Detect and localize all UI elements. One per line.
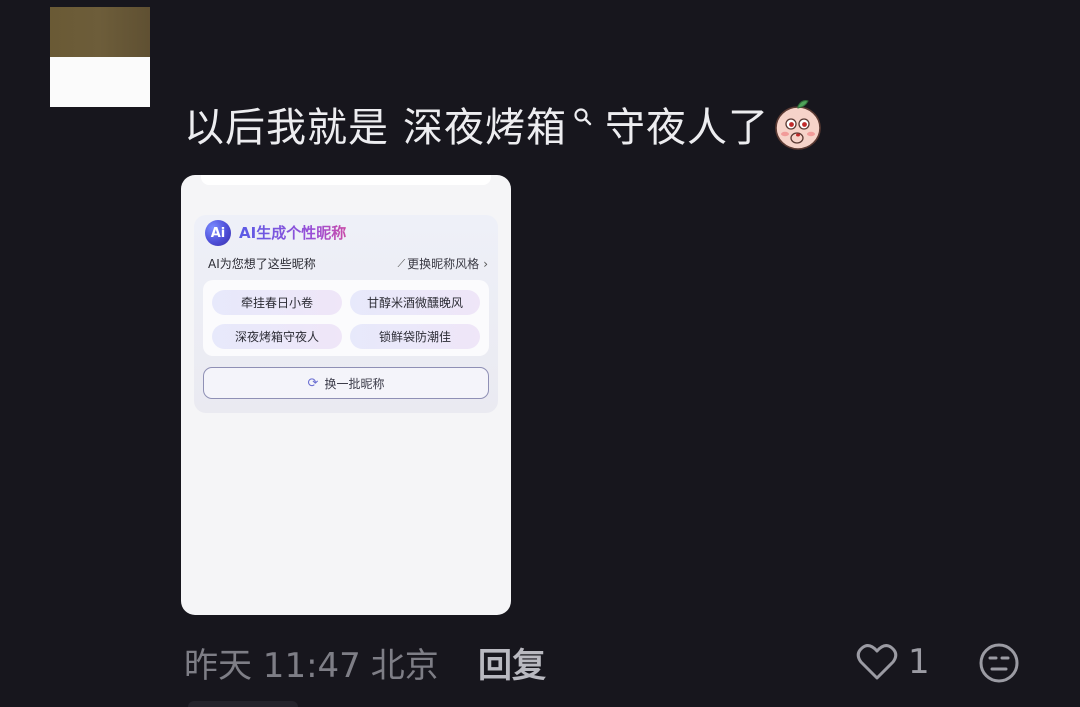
comment-time: 昨天 11:47 (184, 645, 361, 686)
comment-body: 以后我就是 深夜烤箱 守夜人了 (184, 96, 823, 152)
avatar-top (50, 7, 150, 57)
blushing-peach-emoji (773, 96, 823, 152)
heart-icon (856, 644, 898, 680)
change-style-label: 更换昵称风格 (407, 257, 480, 271)
nickname-chip[interactable]: 甘醇米酒微醺晚风 (350, 290, 480, 315)
comment-text-before: 以后我就是 (184, 105, 389, 151)
comment-text-after: 守夜人了 (605, 105, 769, 151)
next-item-peek (188, 701, 298, 707)
change-style-link[interactable]: ⟋ 更换昵称风格 › (397, 255, 488, 272)
ai-nickname-panel: Ai AI生成个性昵称 AI为您想了这些昵称 ⟋ 更换昵称风格 › 牵挂春日小卷… (194, 215, 498, 413)
refresh-nicknames-button[interactable]: ⟳ 换一批昵称 (203, 367, 489, 399)
nickname-chip[interactable]: 深夜烤箱守夜人 (212, 324, 342, 349)
ai-panel-subtitle: AI为您想了这些昵称 (208, 257, 316, 271)
attached-screenshot[interactable]: Ai AI生成个性昵称 AI为您想了这些昵称 ⟋ 更换昵称风格 › 牵挂春日小卷… (181, 175, 511, 615)
reply-button[interactable]: 回复 (478, 640, 546, 686)
like-button[interactable] (856, 640, 898, 684)
comment-page: 以后我就是 深夜烤箱 守夜人了 Ai AI生成个性昵称 AI为您想了这些昵称 ⟋… (0, 0, 1080, 707)
screenshot-top-strip (201, 175, 491, 185)
comment-meta: 昨天 11:47 北京 (184, 640, 439, 686)
refresh-icon: ⟳ (307, 375, 319, 391)
nickname-chip[interactable]: 牵挂春日小卷 (212, 290, 342, 315)
nickname-options: 牵挂春日小卷 甘醇米酒微醺晚风 深夜烤箱守夜人 锁鲜袋防潮佳 (203, 280, 489, 356)
meh-face-icon[interactable] (978, 642, 1020, 684)
ai-panel-title: AI生成个性昵称 (239, 224, 347, 242)
search-icon[interactable] (571, 101, 601, 147)
refresh-label: 换一批昵称 (324, 376, 385, 391)
avatar[interactable] (50, 7, 150, 107)
ai-logo-icon: Ai (205, 220, 231, 246)
like-count: 1 (908, 642, 930, 682)
nickname-chip[interactable]: 锁鲜袋防潮佳 (350, 324, 480, 349)
comment-location: 北京 (370, 645, 439, 686)
magic-wand-icon: ⟋ (397, 256, 406, 270)
chevron-right-icon: › (483, 256, 488, 271)
avatar-bottom (50, 57, 150, 107)
search-link-text[interactable]: 深夜烤箱 (403, 95, 567, 153)
